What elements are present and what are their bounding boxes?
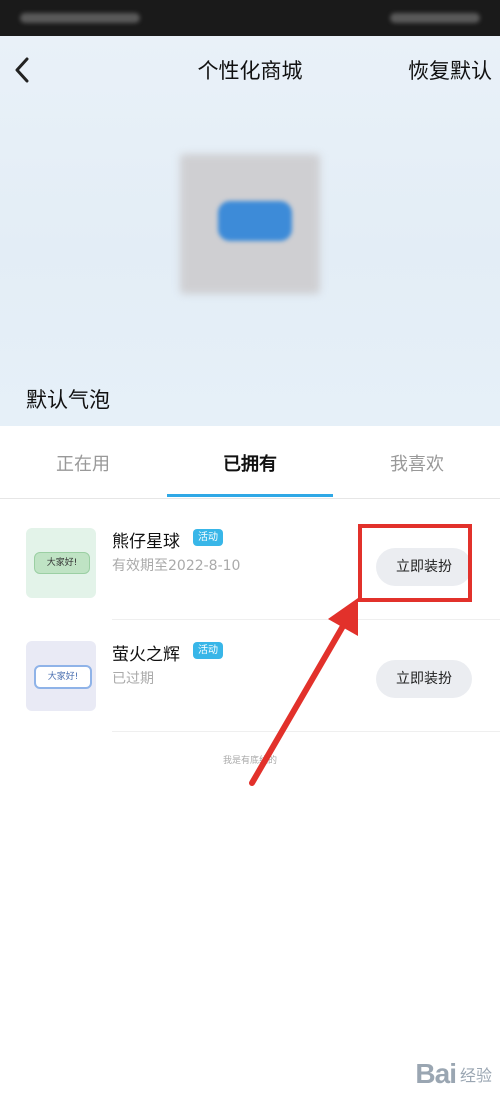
end-of-list-note: 我是有底线的 — [222, 756, 277, 766]
activity-badge: 活动 — [193, 642, 223, 659]
watermark-label: 经验 — [459, 1068, 492, 1085]
annotation-highlight-box — [358, 524, 472, 602]
activity-badge: 活动 — [193, 529, 223, 546]
item-divider — [112, 731, 500, 732]
apply-now-button[interactable]: 立即装扮 — [376, 660, 472, 698]
item-status: 已过期 — [112, 671, 154, 687]
thumbnail-text: 大家好! — [34, 665, 92, 689]
tab-owned[interactable]: 已拥有 — [167, 450, 333, 476]
reset-default-button[interactable]: 恢复默认 — [408, 55, 492, 85]
item-thumbnail[interactable]: 大家好! — [26, 641, 96, 711]
item-divider — [112, 619, 500, 620]
tab-bar: 正在用 已拥有 我喜欢 — [0, 426, 500, 499]
watermark: Bai 经验 — [415, 1058, 492, 1090]
thumbnail-text: 大家好! — [34, 552, 90, 574]
preview-bubble-icon — [218, 201, 292, 241]
item-expiry: 有效期至2022-8-10 — [112, 558, 241, 574]
current-bubble-name: 默认气泡 — [26, 388, 110, 412]
status-left-blur — [20, 13, 140, 23]
item-title: 熊仔星球 — [112, 532, 180, 552]
tab-active-indicator — [167, 494, 333, 497]
tab-favorites[interactable]: 我喜欢 — [334, 450, 500, 476]
watermark-logo: Bai — [415, 1058, 457, 1089]
item-thumbnail[interactable]: 大家好! — [26, 528, 96, 598]
tab-in-use[interactable]: 正在用 — [0, 450, 166, 476]
status-right-blur — [390, 13, 480, 23]
item-title: 萤火之辉 — [112, 645, 180, 665]
status-bar — [0, 0, 500, 36]
